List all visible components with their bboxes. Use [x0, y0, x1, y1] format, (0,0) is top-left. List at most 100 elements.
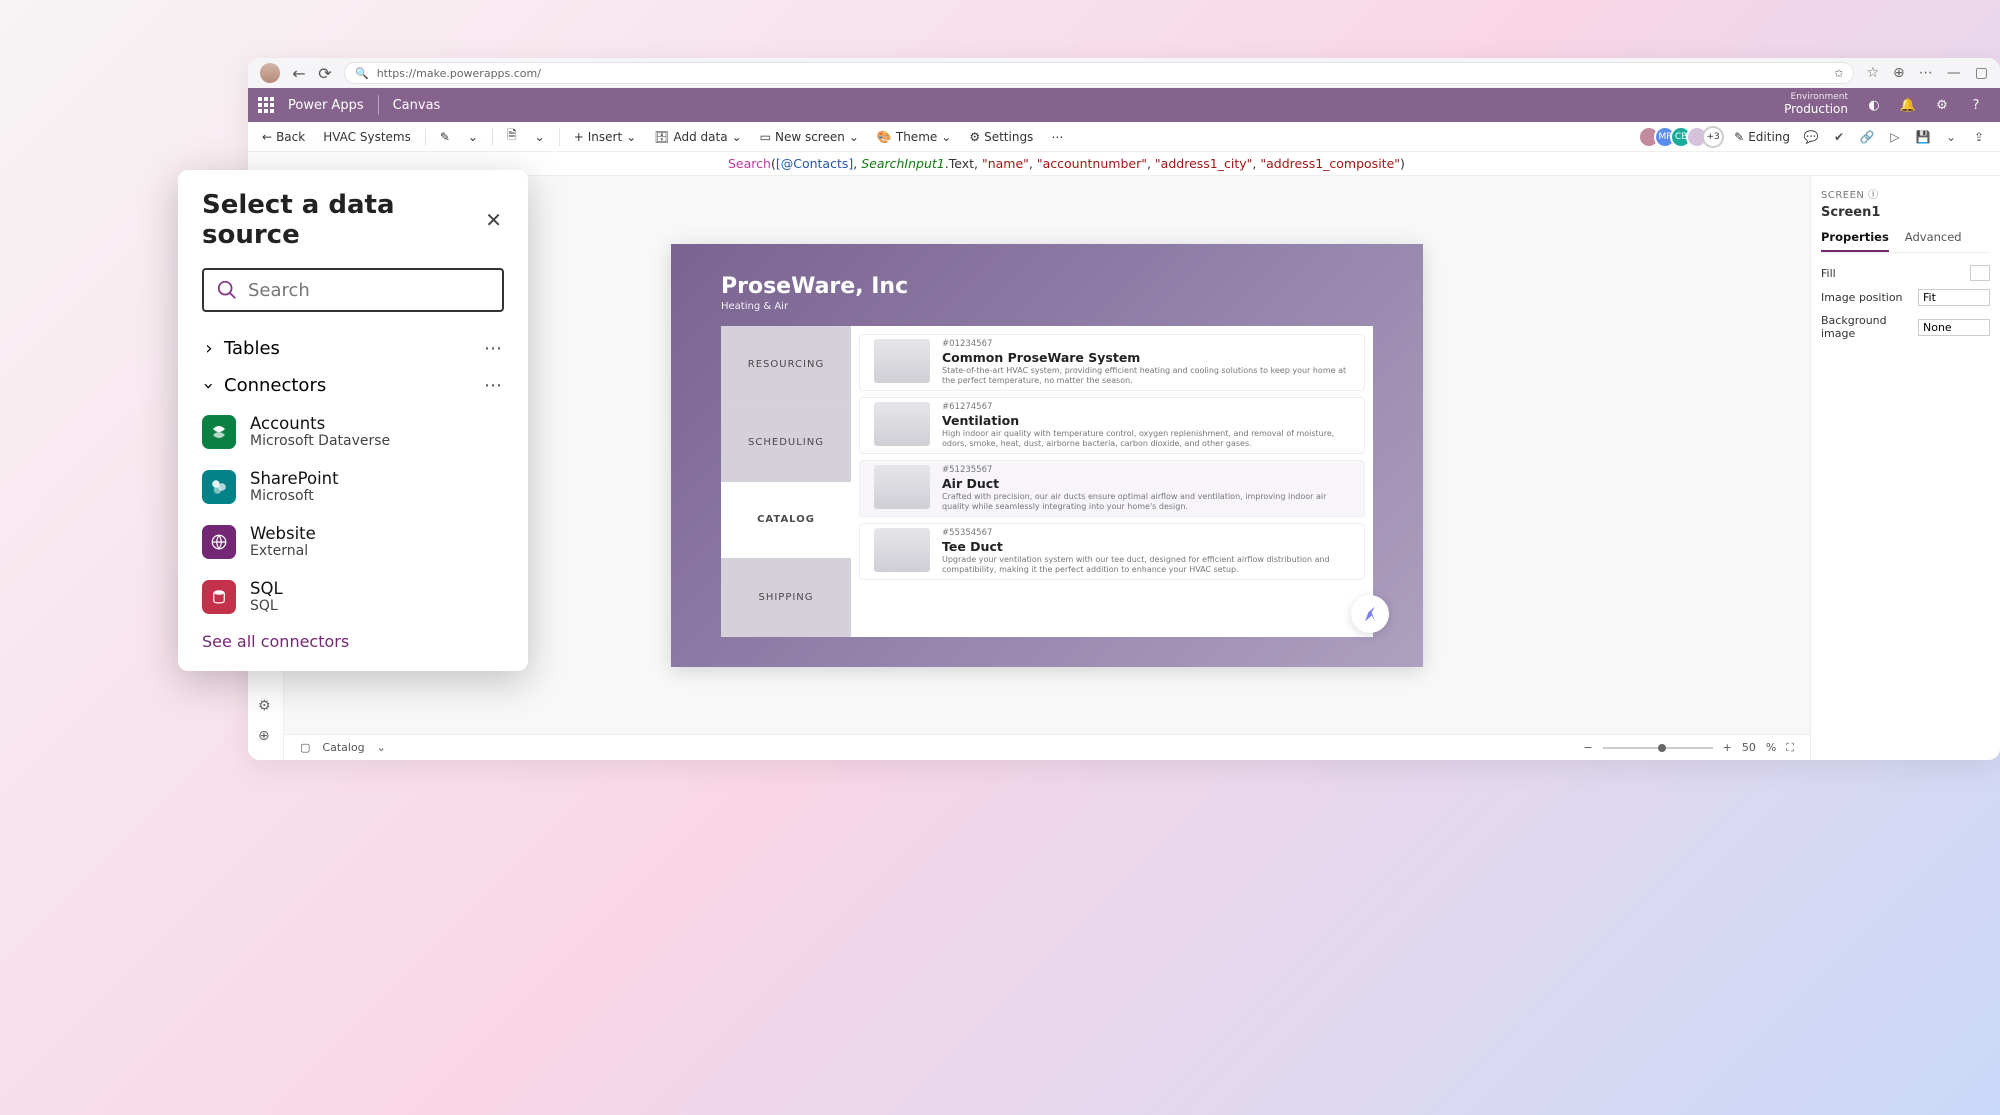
edit-icon[interactable]: ✎ [436, 128, 454, 146]
file-chevron-icon[interactable]: ⌄ [531, 128, 549, 146]
play-icon[interactable]: ▷ [1884, 126, 1906, 148]
zoom-in-icon[interactable]: + [1723, 741, 1732, 754]
dialog-title: Select a data source [202, 190, 483, 250]
collections-icon[interactable]: ⊕ [1893, 65, 1905, 81]
header-copilot-icon[interactable]: ◐ [1860, 91, 1888, 119]
canvas-tab-resourcing[interactable]: RESOURCING [721, 326, 851, 404]
item-sku: #61274567 [942, 402, 1350, 412]
group-connectors[interactable]: ›Connectors ⋯ [202, 367, 504, 404]
catalog-item[interactable]: #61274567 Ventilation High indoor air qu… [859, 397, 1365, 454]
item-thumb-icon [874, 465, 930, 509]
save-chevron-icon[interactable]: ⌄ [1940, 126, 1962, 148]
canvas-tab-catalog[interactable]: CATALOG [721, 482, 851, 560]
fx-prop: .Text [945, 156, 974, 171]
search-icon: 🔍 [355, 67, 369, 80]
connector-sharepoint[interactable]: SharePointMicrosoft [202, 459, 504, 514]
profile-avatar-icon[interactable] [260, 63, 280, 83]
zoom-out-icon[interactable]: − [1583, 741, 1592, 754]
tab-properties[interactable]: Properties [1821, 230, 1889, 252]
fill-color-swatch[interactable] [1970, 265, 1990, 281]
app-canvas[interactable]: ProseWare, Inc Heating & Air RESOURCING … [671, 244, 1423, 667]
sql-icon [202, 580, 236, 614]
back-button[interactable]: ← Back [258, 128, 309, 146]
rail-settings-icon[interactable]: ⚙ [258, 698, 271, 714]
item-sku: #55354567 [942, 528, 1350, 538]
waffle-icon[interactable] [258, 97, 274, 113]
add-data-button[interactable]: 🗄 Add data ⌄ [650, 128, 745, 146]
browser-back-icon[interactable]: ← [292, 66, 306, 80]
see-all-connectors-link[interactable]: See all connectors [202, 632, 504, 651]
environment-picker[interactable]: Environment Production [1784, 93, 1848, 116]
connectors-more-icon[interactable]: ⋯ [484, 375, 504, 396]
connector-sql[interactable]: SQLSQL [202, 569, 504, 624]
image-position-select[interactable] [1918, 289, 1990, 306]
header-divider [378, 95, 379, 115]
item-desc: High indoor air quality with temperature… [942, 429, 1350, 449]
canvas-tab-scheduling[interactable]: SCHEDULING [721, 404, 851, 482]
zoom-value: 50 [1742, 741, 1756, 754]
rail-add-icon[interactable]: ⊕ [258, 728, 270, 744]
presence-avatars[interactable]: MP CB +3 [1644, 126, 1724, 148]
item-name: Ventilation [942, 413, 1350, 428]
canvas-tab-shipping[interactable]: SHIPPING [721, 559, 851, 637]
connector-accounts[interactable]: AccountsMicrosoft Dataverse [202, 404, 504, 459]
avatar-more[interactable]: +3 [1702, 126, 1724, 148]
zoom-slider[interactable] [1603, 747, 1713, 749]
url-bar[interactable]: 🔍 https://make.powerapps.com/ ✩ [344, 62, 1854, 84]
catalog-item[interactable]: #01234567 Common ProseWare System State-… [859, 334, 1365, 391]
catalog-item[interactable]: #55354567 Tee Duct Upgrade your ventilat… [859, 523, 1365, 580]
search-box[interactable] [202, 268, 504, 312]
app-name[interactable]: Power Apps [288, 98, 364, 113]
save-icon[interactable]: 💾 [1912, 126, 1934, 148]
editing-mode[interactable]: ✎ Editing [1730, 128, 1794, 146]
notifications-icon[interactable]: 🔔 [1894, 91, 1922, 119]
window-maximize-icon[interactable]: ▢ [1975, 65, 1988, 81]
search-input[interactable] [248, 280, 490, 301]
prop-image-position-label: Image position [1821, 291, 1903, 304]
edit-chevron-icon[interactable]: ⌄ [464, 128, 482, 146]
window-minimize-icon[interactable]: — [1947, 65, 1961, 81]
canvas-subtitle: Heating & Air [721, 301, 908, 312]
share-icon[interactable]: 🔗 [1856, 126, 1878, 148]
comments-icon[interactable]: 💬 [1800, 126, 1822, 148]
browser-tabbar: ← ⟳ 🔍 https://make.powerapps.com/ ✩ ☆ ⊕ … [248, 58, 2000, 88]
settings-button[interactable]: ⚙ Settings [965, 128, 1037, 146]
chevron-right-icon: › [202, 342, 216, 356]
chevron-down-icon[interactable]: ⌄ [377, 741, 386, 754]
favorites-icon[interactable]: ☆ [1866, 65, 1879, 81]
environment-label: Environment [1791, 93, 1848, 103]
close-icon[interactable]: ✕ [483, 209, 504, 231]
canvas-tabs: RESOURCING SCHEDULING CATALOG SHIPPING [721, 326, 851, 637]
bg-image-select[interactable] [1918, 319, 1990, 336]
screen-name: Screen1 [1821, 205, 1990, 220]
checker-icon[interactable]: ✔ [1828, 126, 1850, 148]
browser-reload-icon[interactable]: ⟳ [318, 66, 332, 80]
insert-button[interactable]: + Insert ⌄ [570, 128, 641, 146]
item-desc: Upgrade your ventilation system with our… [942, 555, 1350, 575]
favorite-star-icon[interactable]: ✩ [1834, 67, 1843, 80]
publish-icon[interactable]: ⇪ [1968, 126, 1990, 148]
help-icon[interactable]: ? [1962, 91, 1990, 119]
tables-more-icon[interactable]: ⋯ [484, 338, 504, 359]
dataverse-icon [202, 415, 236, 449]
more-icon[interactable]: ⋯ [1047, 128, 1067, 146]
file-icon[interactable]: 🗎 [503, 124, 521, 149]
checkbox-icon[interactable]: ▢ [300, 741, 310, 754]
group-tables-label: Tables [224, 338, 280, 359]
item-desc: State-of-the-art HVAC system, providing … [942, 366, 1350, 386]
theme-button[interactable]: 🎨 Theme ⌄ [873, 128, 955, 146]
connector-title: SharePoint [250, 469, 339, 488]
command-bar: ← Back HVAC Systems ✎ ⌄ 🗎 ⌄ + Insert ⌄ 🗄… [248, 122, 2000, 152]
group-tables[interactable]: › Tables ⋯ [202, 330, 504, 367]
catalog-item[interactable]: #51235567 Air Duct Crafted with precisio… [859, 460, 1365, 517]
tab-advanced[interactable]: Advanced [1905, 230, 1962, 252]
info-icon[interactable]: ⓘ [1868, 190, 1879, 201]
settings-icon[interactable]: ⚙ [1928, 91, 1956, 119]
item-name: Air Duct [942, 476, 1350, 491]
fullscreen-icon[interactable]: ⛶ [1786, 741, 1794, 755]
connector-website[interactable]: WebsiteExternal [202, 514, 504, 569]
copilot-fab-icon[interactable] [1351, 595, 1389, 633]
new-screen-button[interactable]: ▭ New screen ⌄ [756, 128, 863, 146]
connector-subtitle: Microsoft [250, 488, 339, 504]
browser-menu-icon[interactable]: ⋯ [1919, 65, 1933, 81]
